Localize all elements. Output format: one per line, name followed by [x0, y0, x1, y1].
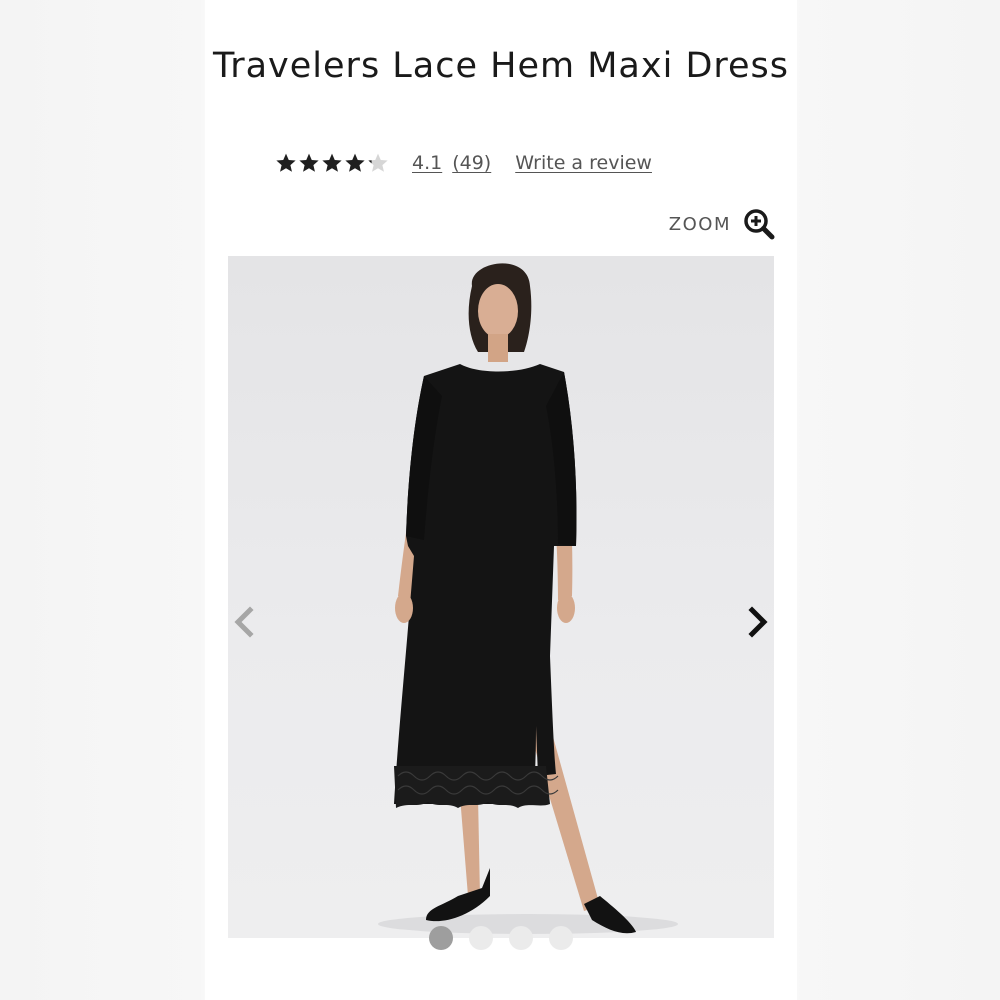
star-icon	[276, 153, 296, 172]
review-count-link[interactable]: (49)	[452, 152, 491, 174]
star-empty-icon	[368, 153, 388, 172]
chevron-left-icon[interactable]	[230, 604, 260, 640]
star-icon	[299, 153, 319, 172]
gallery-pagination	[205, 926, 797, 950]
star-icon	[345, 153, 365, 172]
product-panel: Travelers Lace Hem Maxi Dress 4.1 (49) W…	[205, 0, 797, 1000]
gallery-dot-1[interactable]	[429, 926, 453, 950]
star-rating	[275, 152, 390, 174]
gallery-dot-3[interactable]	[509, 926, 533, 950]
product-title: Travelers Lace Hem Maxi Dress	[212, 46, 790, 86]
star-icon	[322, 153, 342, 172]
model-in-dress-illustration	[378, 263, 678, 934]
rating-row: 4.1 (49) Write a review	[275, 148, 652, 178]
zoom-in-icon	[744, 209, 775, 240]
zoom-button[interactable]: ZOOM	[669, 208, 775, 240]
gallery-dot-4[interactable]	[549, 926, 573, 950]
write-review-link[interactable]: Write a review	[515, 152, 652, 174]
gallery-dot-2[interactable]	[469, 926, 493, 950]
product-image[interactable]	[228, 256, 774, 938]
rating-value-link[interactable]: 4.1	[412, 152, 442, 174]
zoom-label: ZOOM	[668, 213, 731, 235]
chevron-right-icon[interactable]	[742, 604, 772, 640]
